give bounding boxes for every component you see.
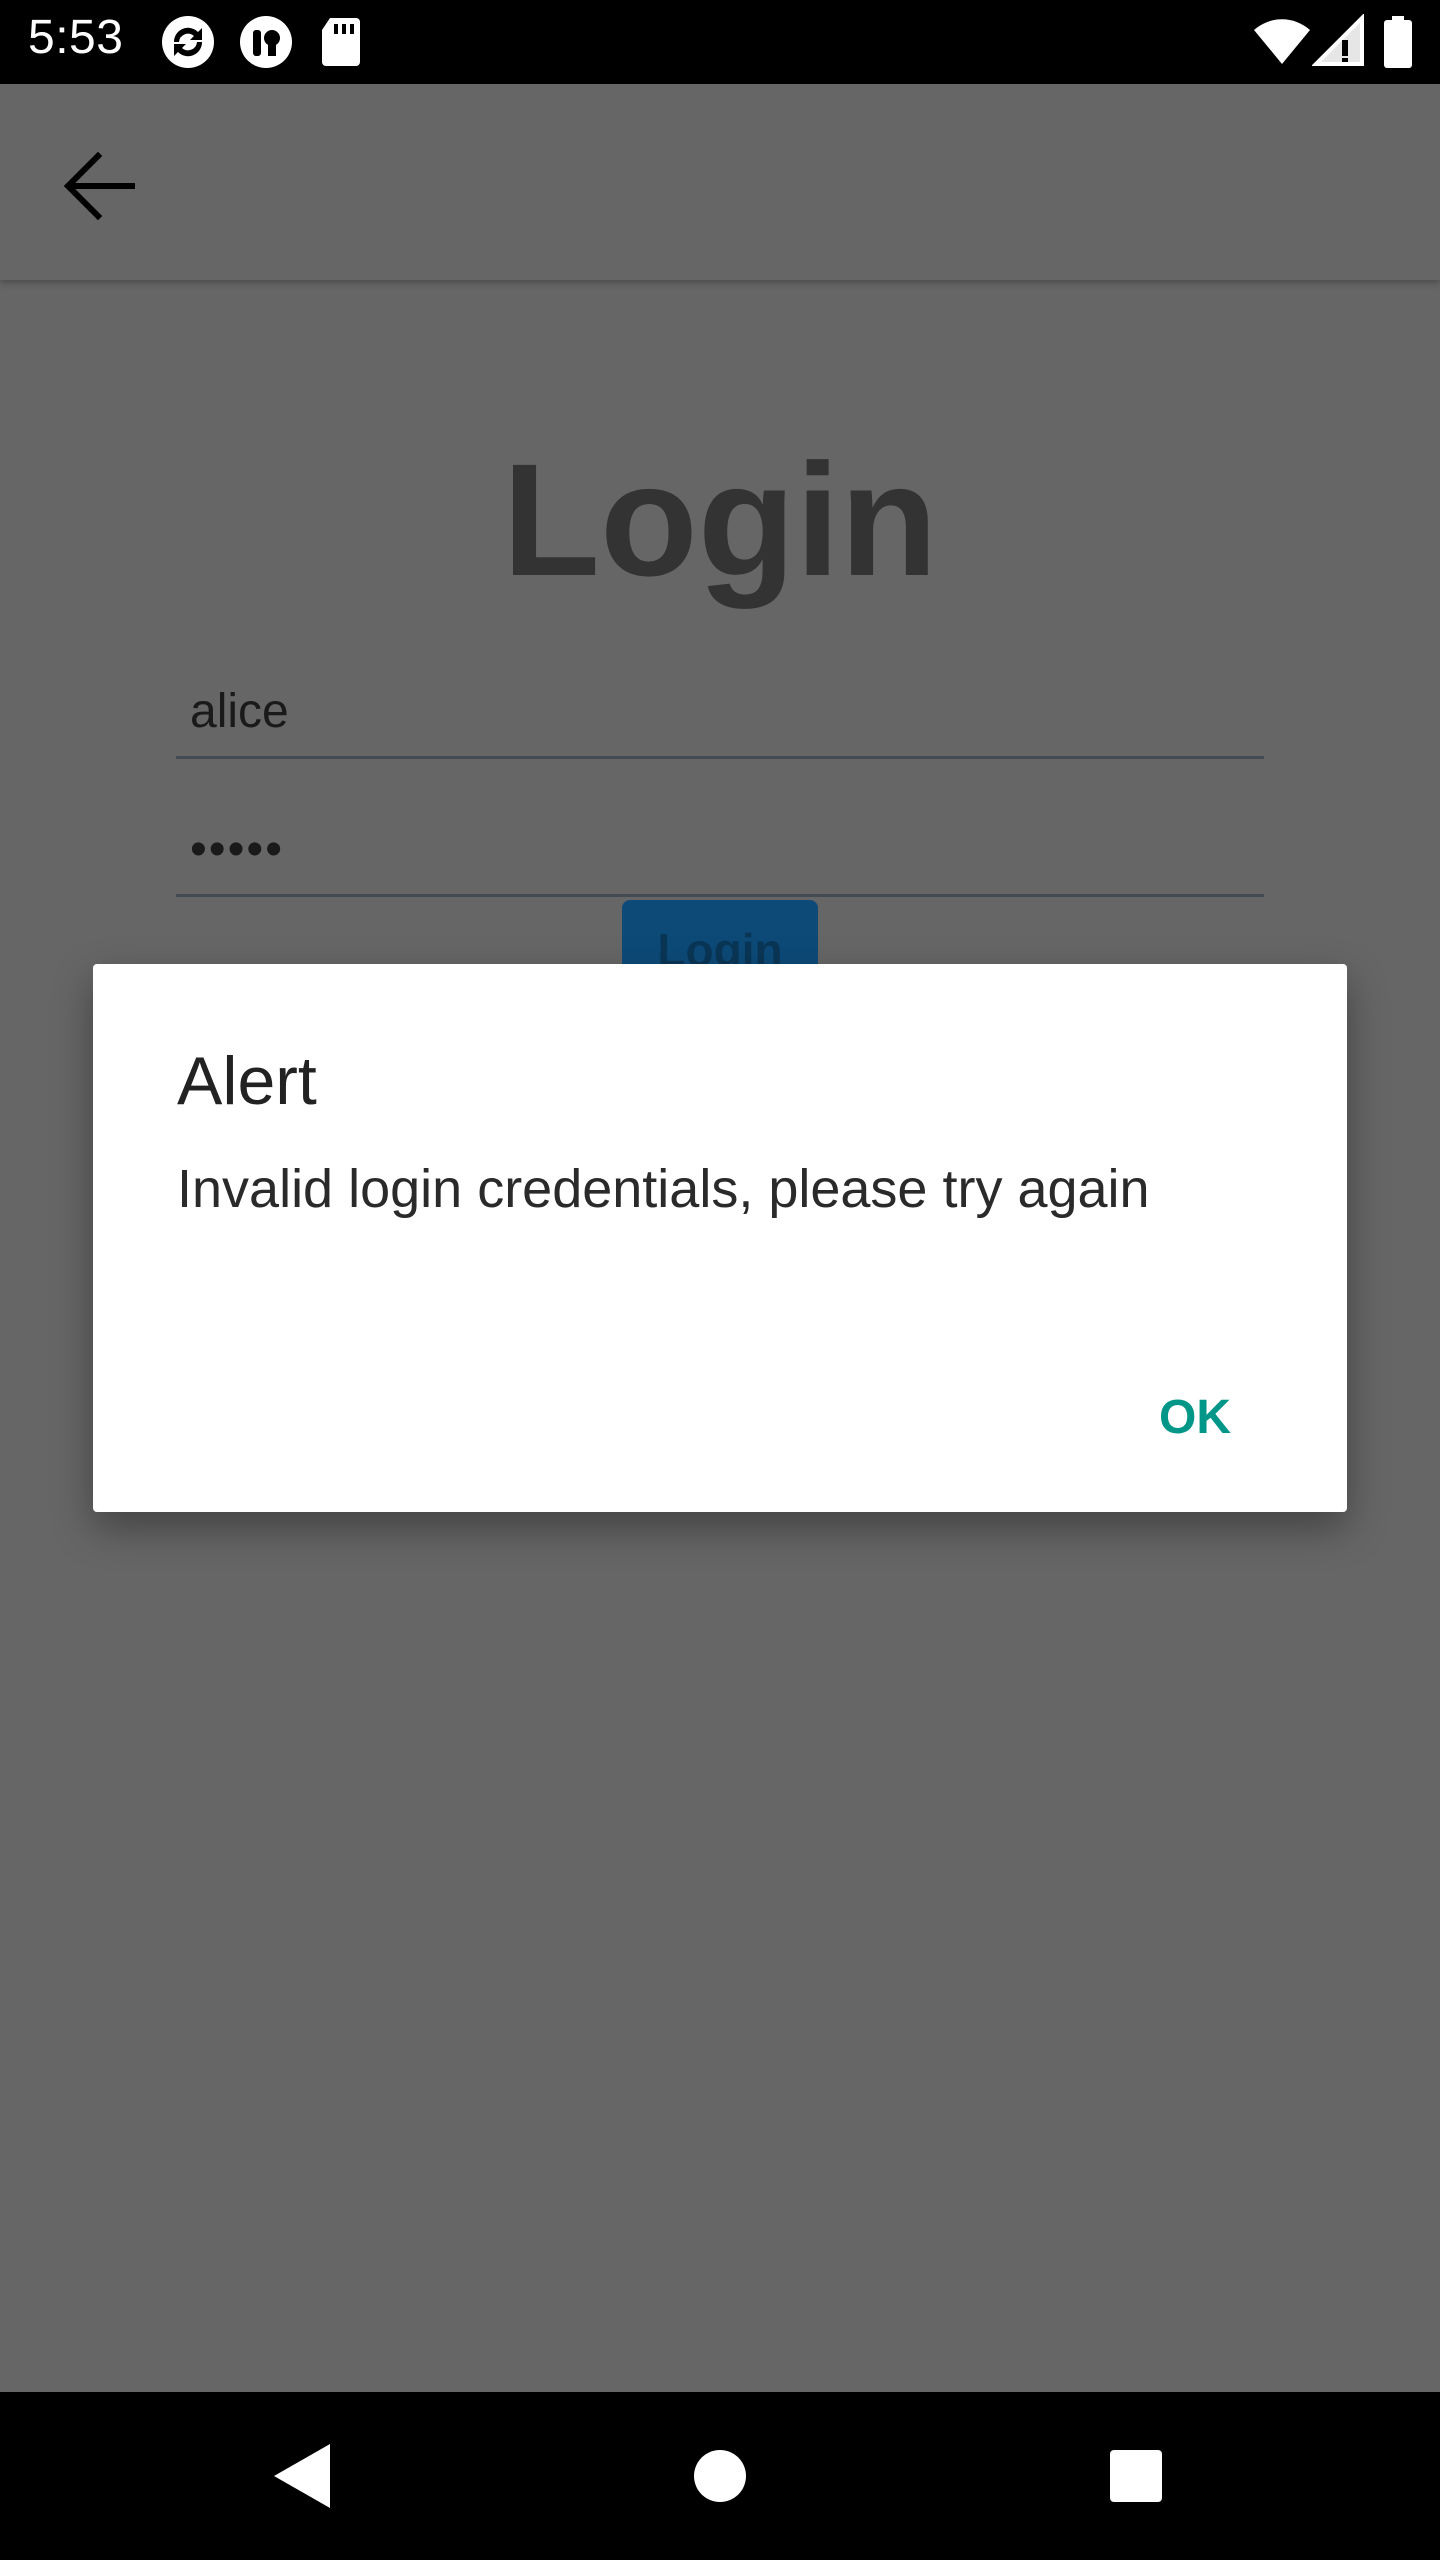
ok-button[interactable]: OK: [1147, 1382, 1243, 1453]
password-field[interactable]: •••••: [176, 806, 1264, 897]
wifi-icon: [1254, 19, 1310, 64]
app-bar: [0, 84, 1440, 280]
notification-app-icon: [240, 16, 292, 68]
username-value: alice: [190, 685, 289, 738]
back-triangle-icon[interactable]: [250, 2426, 350, 2526]
sd-card-icon: [322, 18, 360, 66]
navigation-bar: [0, 2392, 1440, 2560]
login-title: Login: [502, 430, 938, 609]
battery-icon: [1384, 16, 1412, 68]
status-time: 5:53: [28, 11, 124, 64]
username-field[interactable]: alice: [176, 670, 1264, 759]
recents-square-icon[interactable]: [1086, 2426, 1186, 2526]
dialog-message: Invalid login credentials, please try ag…: [177, 1159, 1150, 1219]
dialog-title: Alert: [177, 1043, 317, 1119]
home-circle-icon[interactable]: [670, 2426, 770, 2526]
password-value: •••••: [190, 823, 285, 876]
sync-icon: [162, 16, 214, 68]
alert-dialog: Alert Invalid login credentials, please …: [93, 964, 1347, 1512]
cell-signal-icon: [1312, 14, 1364, 66]
arrow-back-icon[interactable]: [46, 134, 150, 238]
status-bar: 5:53: [0, 0, 1440, 84]
